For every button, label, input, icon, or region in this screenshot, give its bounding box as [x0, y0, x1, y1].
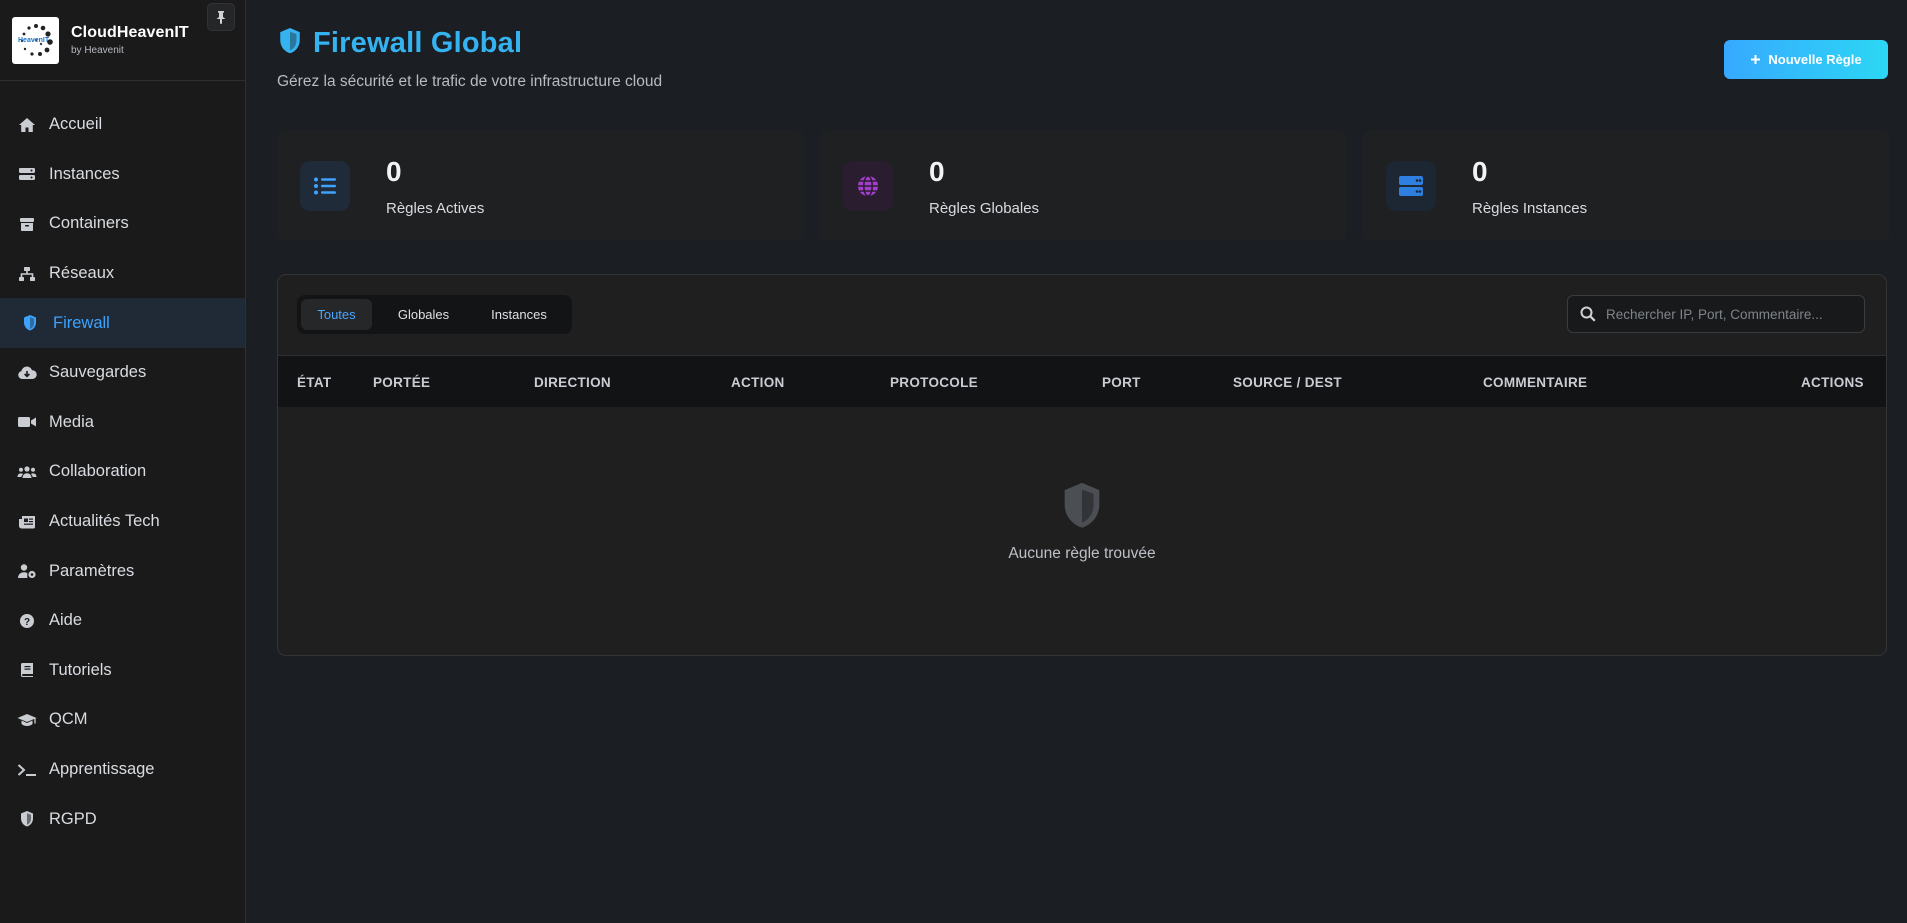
shield-icon [277, 26, 303, 61]
sidebar-item-reseaux[interactable]: Réseaux [0, 249, 245, 299]
shield-half-icon [17, 809, 37, 829]
sidebar-item-rgpd[interactable]: RGPD [0, 794, 245, 844]
stat-label: Règles Globales [929, 200, 1040, 217]
newspaper-icon [17, 512, 37, 532]
sidebar-item-label: Paramètres [49, 561, 135, 580]
sidebar-item-containers[interactable]: Containers [0, 199, 245, 249]
sidebar-item-label: Sauvegardes [49, 363, 147, 382]
search-input[interactable] [1606, 306, 1856, 322]
column-port[interactable]: PORT [1102, 375, 1141, 390]
empty-state-text: Aucune règle trouvée [1008, 545, 1156, 562]
shield-icon [278, 480, 1886, 532]
rules-panel: Toutes Globales Instances ÉTAT PORTÉE DI… [277, 274, 1887, 656]
column-direction[interactable]: DIRECTION [534, 375, 611, 390]
stat-card-active-rules: 0 Règles Actives [277, 130, 804, 241]
sidebar-nav: Accueil Instances Containers Réseaux Fir… [0, 81, 245, 844]
stat-label: Règles Actives [386, 200, 485, 217]
server-icon [17, 164, 37, 184]
page-header: Firewall Global Gérez la sécurité et le … [277, 26, 662, 91]
sidebar-item-label: Accueil [49, 115, 103, 134]
sidebar-item-aide[interactable]: ? Aide [0, 596, 245, 646]
sidebar-item-label: QCM [49, 710, 88, 729]
sidebar-item-collaboration[interactable]: Collaboration [0, 447, 245, 497]
sidebar-item-firewall[interactable]: Firewall [0, 298, 245, 348]
column-actions: ACTIONS [1801, 375, 1864, 390]
network-icon [17, 264, 37, 284]
main-content: Firewall Global Gérez la sécurité et le … [247, 0, 1907, 923]
list-icon [300, 161, 350, 211]
users-icon [17, 462, 37, 482]
sidebar-item-label: RGPD [49, 809, 97, 828]
sidebar-item-label: Collaboration [49, 462, 147, 481]
sidebar-item-actualites[interactable]: Actualités Tech [0, 497, 245, 547]
sidebar-item-label: Actualités Tech [49, 512, 160, 531]
sidebar-item-instances[interactable]: Instances [0, 150, 245, 200]
plus-icon [1751, 55, 1761, 64]
column-etat[interactable]: ÉTAT [297, 375, 331, 390]
shield-icon [20, 313, 40, 333]
brand-name: CloudHeavenIT [71, 24, 189, 41]
stat-value: 0 [386, 156, 402, 187]
stat-card-global-rules: 0 Règles Globales [820, 130, 1347, 241]
sidebar-item-parametres[interactable]: Paramètres [0, 546, 245, 596]
sidebar-item-sauvegardes[interactable]: Sauvegardes [0, 348, 245, 398]
sidebar: HeavenIT CloudHeavenIT by Heavenit Accue… [0, 0, 246, 923]
tab-toutes[interactable]: Toutes [301, 299, 372, 330]
stat-card-instance-rules: 0 Règles Instances [1363, 130, 1890, 241]
box-icon [17, 214, 37, 234]
home-icon [17, 115, 37, 135]
sidebar-item-label: Media [49, 412, 94, 431]
logo-text: HeavenIT [18, 37, 50, 44]
search-box [1567, 295, 1865, 333]
pin-sidebar-button[interactable] [207, 3, 235, 31]
graduation-cap-icon [17, 710, 37, 730]
column-action[interactable]: ACTION [731, 375, 785, 390]
sidebar-item-label: Réseaux [49, 264, 115, 283]
tab-globales[interactable]: Globales [372, 299, 475, 330]
question-icon: ? [17, 611, 37, 631]
sidebar-item-label: Containers [49, 214, 129, 233]
search-icon [1580, 306, 1596, 322]
pin-icon [216, 11, 226, 24]
page-title: Firewall Global [313, 27, 523, 59]
sidebar-item-label: Firewall [53, 313, 110, 332]
sidebar-item-label: Instances [49, 164, 120, 183]
video-icon [17, 412, 37, 432]
stat-value: 0 [929, 156, 945, 187]
new-rule-label: Nouvelle Règle [1768, 52, 1862, 67]
server-icon [1386, 161, 1436, 211]
brand-header: HeavenIT CloudHeavenIT by Heavenit [0, 0, 245, 81]
cloud-download-icon [17, 363, 37, 383]
column-protocole[interactable]: PROTOCOLE [890, 375, 978, 390]
sidebar-item-tutoriels[interactable]: Tutoriels [0, 646, 245, 696]
empty-state: Aucune règle trouvée [278, 480, 1886, 563]
sidebar-item-label: Aide [49, 611, 83, 630]
sidebar-item-label: Tutoriels [49, 660, 112, 679]
column-portee[interactable]: PORTÉE [373, 375, 430, 390]
user-cog-icon [17, 561, 37, 581]
column-commentaire[interactable]: COMMENTAIRE [1483, 375, 1587, 390]
book-icon [17, 660, 37, 680]
sidebar-item-media[interactable]: Media [0, 398, 245, 448]
stat-label: Règles Instances [1472, 200, 1588, 217]
svg-text:?: ? [24, 617, 30, 628]
sidebar-item-apprentissage[interactable]: Apprentissage [0, 745, 245, 795]
terminal-icon [17, 760, 37, 780]
stat-value: 0 [1472, 156, 1488, 187]
page-subtitle: Gérez la sécurité et le trafic de votre … [277, 73, 663, 90]
table-header: ÉTAT PORTÉE DIRECTION ACTION PROTOCOLE P… [278, 355, 1886, 407]
sidebar-item-accueil[interactable]: Accueil [0, 100, 245, 150]
brand-subtitle: by Heavenit [71, 45, 124, 56]
brand-logo[interactable]: HeavenIT [12, 16, 59, 64]
sidebar-item-label: Apprentissage [49, 760, 155, 779]
globe-icon [843, 161, 893, 211]
new-rule-button[interactable]: Nouvelle Règle [1724, 40, 1888, 79]
tab-instances[interactable]: Instances [475, 299, 563, 330]
filter-tabs: Toutes Globales Instances [297, 295, 572, 334]
sidebar-item-qcm[interactable]: QCM [0, 695, 245, 745]
column-source-dest[interactable]: SOURCE / DEST [1233, 375, 1342, 390]
